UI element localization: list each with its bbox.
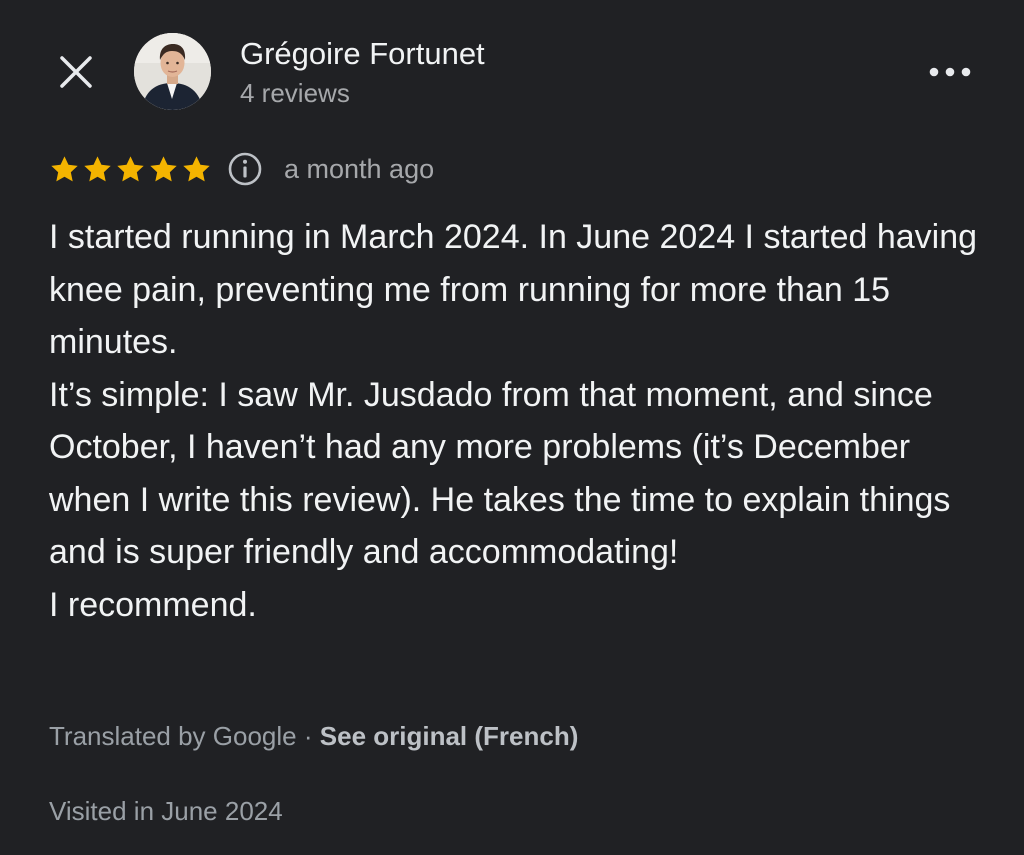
reviews-count[interactable]: 4 reviews	[240, 76, 350, 110]
info-button[interactable]	[228, 152, 262, 186]
translated-by-label: Translated by Google	[49, 721, 297, 751]
rating-row: a month ago	[49, 149, 434, 189]
avatar-image	[134, 33, 211, 110]
star-rating	[49, 154, 212, 185]
see-original-link[interactable]: See original (French)	[320, 721, 579, 751]
visited-date: Visited in June 2024	[49, 796, 283, 826]
review-paragraph: I started running in March 2024. In June…	[49, 218, 978, 361]
review-paragraph: I recommend.	[49, 585, 257, 624]
more-options-button[interactable]	[922, 52, 978, 92]
review-paragraph: It’s simple: I saw Mr. Jusdado from that…	[49, 375, 951, 572]
close-icon	[60, 56, 92, 88]
review-text: I started running in March 2024. In June…	[49, 211, 989, 631]
reviewer-name[interactable]: Grégoire Fortunet	[240, 34, 485, 74]
star-icon	[84, 155, 111, 181]
star-icon	[150, 155, 177, 181]
info-icon	[228, 152, 262, 186]
review-date: a month ago	[284, 153, 435, 184]
star-icon	[183, 155, 210, 181]
avatar[interactable]	[134, 33, 211, 110]
more-horizontal-icon	[929, 67, 971, 77]
star-icon	[51, 155, 78, 181]
separator: ·	[303, 721, 313, 751]
star-icon	[117, 155, 144, 181]
close-button[interactable]	[54, 50, 98, 94]
translation-info: Translated by Google · See original (Fre…	[49, 718, 578, 754]
